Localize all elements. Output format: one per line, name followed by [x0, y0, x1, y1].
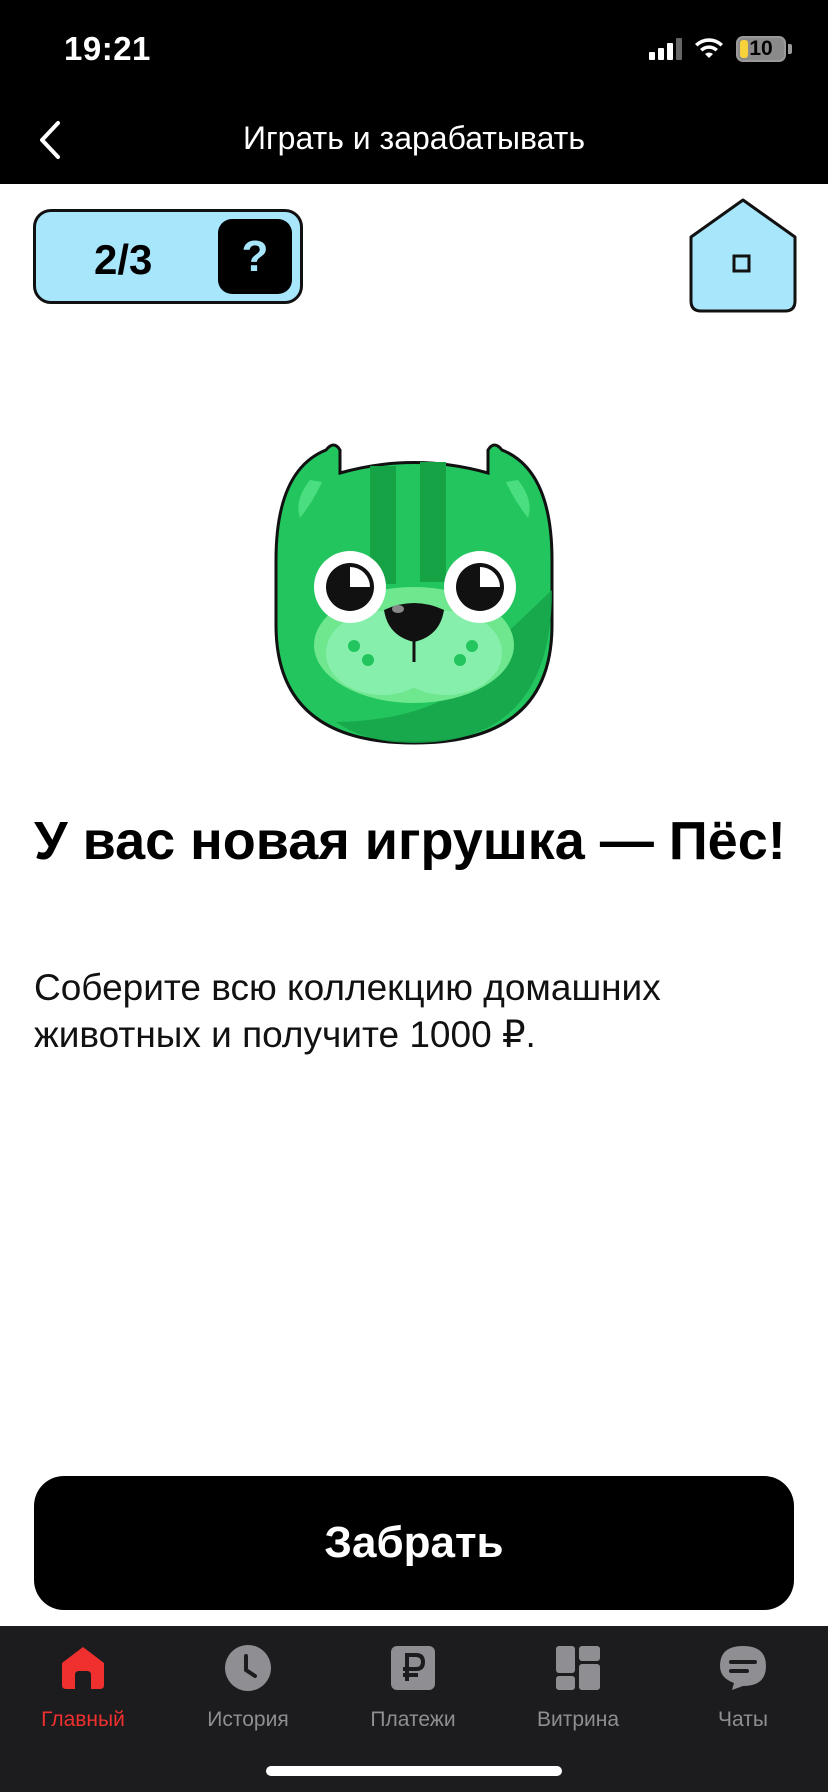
battery-level: 10 — [749, 37, 773, 60]
tab-bar: Главный История Платежи Витрина Чаты — [0, 1626, 828, 1792]
tab-label: История — [207, 1708, 289, 1731]
dog-toy-illustration — [274, 443, 554, 745]
help-button[interactable]: ? — [218, 219, 292, 294]
house-button[interactable] — [687, 197, 799, 314]
ruble-icon — [385, 1640, 441, 1696]
home-indicator — [266, 1766, 562, 1776]
status-bar: 19:21 10 — [0, 0, 828, 96]
tab-showcase[interactable]: Витрина — [495, 1640, 661, 1740]
status-time: 19:21 — [64, 30, 151, 67]
chat-icon — [715, 1640, 771, 1696]
tab-label: Витрина — [536, 1708, 620, 1731]
battery-tip — [788, 44, 792, 54]
grid-icon — [550, 1640, 606, 1696]
reward-description: Соберите всю коллекцию домашних животных… — [34, 967, 661, 1055]
tab-chats[interactable]: Чаты — [660, 1640, 826, 1740]
tab-label: Чаты — [718, 1708, 768, 1731]
page-title: Играть и зарабатывать — [242, 120, 585, 156]
claim-button[interactable]: Забрать — [34, 1476, 794, 1610]
tab-home[interactable]: Главный — [0, 1640, 166, 1740]
tab-label: Платежи — [370, 1708, 456, 1731]
tab-label: Главный — [41, 1708, 125, 1731]
cellular-signal-icon — [649, 38, 682, 60]
wifi-icon — [695, 38, 723, 58]
navigation-bar: Играть и зарабатывать — [0, 96, 828, 184]
tab-history[interactable]: История — [165, 1640, 331, 1740]
tab-payments[interactable]: Платежи — [330, 1640, 496, 1740]
home-icon — [55, 1640, 111, 1696]
question-icon: ? — [241, 231, 269, 281]
counter-value: 2/3 — [94, 236, 153, 283]
reward-headline: У вас новая игрушка — Пёс! — [34, 811, 786, 871]
status-icons: 10 — [649, 34, 792, 64]
battery-icon: 10 — [736, 36, 786, 62]
clock-icon — [220, 1640, 276, 1696]
collection-counter: 2/3 ? — [33, 209, 303, 304]
